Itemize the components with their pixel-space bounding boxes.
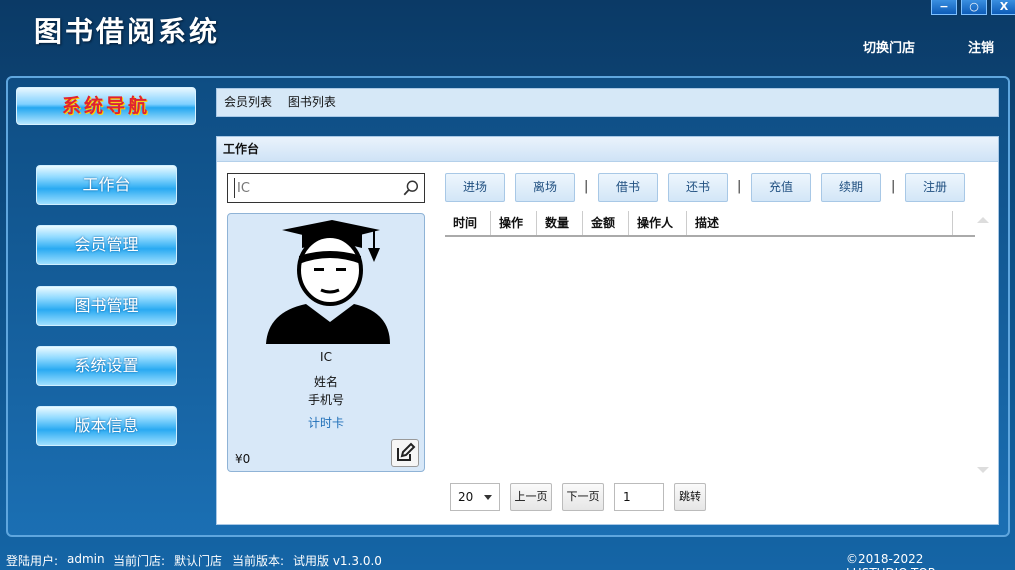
column-header-amount[interactable]: 金额: [583, 211, 629, 235]
separator: |: [737, 179, 742, 194]
switch-store-link[interactable]: 切换门店: [863, 37, 915, 56]
member-balance: ¥0: [235, 452, 251, 466]
page-size-value: 20: [458, 490, 474, 504]
copyright: ©2018-2022 LHSTUDIO.TOP: [846, 552, 935, 570]
page-number-input[interactable]: 1: [614, 483, 664, 511]
nav-title: 系统导航: [16, 87, 196, 125]
member-phone: 手机号: [307, 393, 344, 407]
student-avatar-icon: [266, 220, 390, 344]
column-header-operator[interactable]: 操作人: [629, 211, 687, 235]
separator: |: [584, 179, 589, 194]
nav-item-workbench[interactable]: 工作台: [36, 165, 177, 205]
status-version: 试用版 v1.3.0.0: [293, 554, 382, 568]
prev-page-button[interactable]: 上一页: [510, 483, 552, 511]
status-store: 默认门店: [174, 554, 223, 568]
tab-member-list[interactable]: 会员列表: [224, 95, 272, 109]
tab-book-list[interactable]: 图书列表: [288, 95, 336, 109]
member-ic: IC: [320, 350, 332, 364]
panel-title: 工作台: [217, 137, 998, 162]
edit-member-button[interactable]: [391, 439, 419, 467]
leave-button[interactable]: 离场: [515, 173, 575, 202]
column-header-time[interactable]: 时间: [445, 211, 491, 235]
column-header-operation[interactable]: 操作: [491, 211, 537, 235]
recharge-button[interactable]: 充值: [751, 173, 811, 202]
edit-icon: [397, 442, 416, 461]
nav-item-books[interactable]: 图书管理: [36, 286, 177, 326]
column-header-quantity[interactable]: 数量: [537, 211, 583, 235]
status-store-label: 当前门店:: [113, 554, 166, 568]
maximize-button[interactable]: ○: [961, 0, 987, 15]
workbench-panel: 工作台 IC 姓名 手机号 计时卡 ¥0: [216, 136, 999, 525]
member-name: 姓名: [313, 375, 338, 389]
enter-button[interactable]: 进场: [445, 173, 505, 202]
status-user-label: 登陆用户:: [6, 554, 59, 568]
member-card-type: 计时卡: [307, 416, 344, 430]
column-header-description[interactable]: 描述: [687, 211, 953, 235]
renew-button[interactable]: 续期: [821, 173, 881, 202]
scroll-down-arrow-icon[interactable]: [977, 467, 989, 473]
app-title: 图书借阅系统: [34, 15, 221, 48]
member-card: IC 姓名 手机号 计时卡 ¥0: [227, 213, 425, 472]
status-version-label: 当前版本:: [232, 554, 285, 568]
scroll-up-arrow-icon[interactable]: [977, 217, 989, 223]
borrow-button[interactable]: 借书: [598, 173, 658, 202]
nav-item-settings[interactable]: 系统设置: [36, 346, 177, 386]
tab-bar: 会员列表 图书列表: [216, 88, 999, 117]
next-page-button[interactable]: 下一页: [562, 483, 604, 511]
status-user: admin: [67, 552, 105, 566]
chevron-down-icon: [484, 495, 492, 500]
separator: |: [891, 179, 896, 194]
search-icon[interactable]: [402, 179, 420, 197]
logout-link[interactable]: 注销: [968, 37, 994, 56]
search-input[interactable]: [234, 178, 394, 198]
search-box: [227, 173, 425, 203]
close-button[interactable]: X: [991, 0, 1015, 15]
nav-item-members[interactable]: 会员管理: [36, 225, 177, 265]
nav-item-version[interactable]: 版本信息: [36, 406, 177, 446]
page-size-select[interactable]: 20: [450, 483, 500, 511]
jump-button[interactable]: 跳转: [674, 483, 706, 511]
minimize-button[interactable]: −: [931, 0, 957, 15]
records-table-header: 时间 操作 数量 金额 操作人 描述: [445, 211, 975, 237]
register-button[interactable]: 注册: [905, 173, 965, 202]
return-button[interactable]: 还书: [668, 173, 728, 202]
